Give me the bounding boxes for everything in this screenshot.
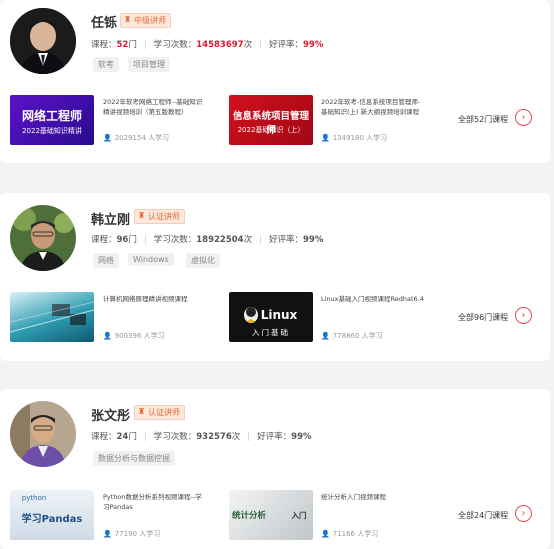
course-learners: 👤 77190 人学习 [103,529,160,539]
tag[interactable]: 虚拟化 [186,253,220,268]
study-label: 学习次数： [153,40,197,50]
rating-value: 99% [291,432,312,442]
course-title[interactable]: Python数据分析系列视频课程--学习Pandas [103,492,207,512]
learner-count: 77190 人学习 [114,530,161,538]
thumbnail-subtitle: 2022基础知识（上） [237,126,305,134]
teacher-card: 韩立刚 ♜ 认证讲师 课程：96门 | 学习次数：18922504次 | 好评率：99%… [0,193,550,361]
learner-count: 71166 人学习 [332,530,379,538]
study-count: 14583697 [196,40,244,50]
learner-count: 1349180 人学习 [332,134,388,142]
course-learners: 👤 778860 人学习 [321,331,383,341]
thumbnail-art [10,301,94,333]
user-icon: 👤 [321,332,330,340]
study-count: 18922504 [196,235,244,245]
course-count: 24 [116,432,129,442]
tux-icon [244,307,258,323]
rating-label: 好评率： [268,40,303,50]
thumbnail-subtitle: python [21,494,47,502]
teacher-level-badge: ♜ 认证讲师 [134,209,185,224]
tag[interactable]: 项目管理 [128,57,170,72]
teacher-stats: 课程：96门 | 学习次数：18922504次 | 好评率：99% [91,235,324,245]
study-unit: 次 [243,235,253,245]
badge-label: 认证讲师 [148,408,180,417]
rating-label: 好评率： [257,432,292,442]
course-thumbnail[interactable] [10,292,94,342]
user-icon: 👤 [103,530,112,538]
learner-count: 900396 人学习 [114,332,165,340]
study-unit: 次 [231,432,241,442]
course-thumbnail[interactable]: Linux 入门基础 [229,292,313,342]
arrow-right-icon[interactable]: › [515,307,532,324]
teacher-level-badge: ♜ 中级讲师 [120,13,171,28]
teacher-stats: 课程：52门 | 学习次数：14583697次 | 好评率：99% [91,40,324,50]
all-courses-link[interactable]: 全部96门课程 [458,312,508,323]
teacher-badge-icon: ♜ [138,407,146,416]
course-title[interactable]: 统计分析入门视频课程 [321,492,425,502]
badge-label: 认证讲师 [148,212,180,221]
tag[interactable]: 数据分析与数据挖掘 [93,451,175,466]
course-title[interactable]: 计算机网络原理精讲视频课程 [103,294,213,304]
course-unit: 门 [128,40,137,50]
course-label: 课程： [91,432,117,442]
rating-value: 99% [303,40,324,50]
thumbnail-title: 网络工程师 [21,109,82,123]
course-title[interactable]: Linux基础入门视频课程Redhat6.4 [321,294,441,304]
course-learners: 👤 900396 人学习 [103,331,165,341]
course-learners: 👤 71166 人学习 [321,529,378,539]
tag[interactable]: Windows [128,253,174,266]
user-icon: 👤 [321,530,330,538]
tag[interactable]: 软考 [93,57,119,72]
thumbnail-subtitle: 入门基础 [252,328,290,337]
rating-label: 好评率： [268,235,303,245]
user-icon: 👤 [103,134,112,142]
avatar-image [10,205,76,271]
learner-count: 778860 人学习 [332,332,383,340]
rating-value: 99% [303,235,324,245]
course-thumbnail[interactable]: 网络工程师 2022基础知识精讲 [10,95,94,145]
thumbnail-subtitle: 入门 [291,511,307,520]
avatar-image [10,8,76,74]
teacher-avatar[interactable] [10,205,76,271]
course-unit: 门 [128,432,137,442]
tag[interactable]: 网络 [93,253,119,268]
teacher-avatar[interactable] [10,401,76,467]
course-thumbnail[interactable]: python 学习Pandas [10,490,94,540]
all-courses-link[interactable]: 全部24门课程 [458,510,508,521]
user-icon: 👤 [321,134,330,142]
thumbnail-title: 学习Pandas [21,514,83,525]
teacher-badge-icon: ♜ [124,15,132,24]
arrow-right-icon[interactable]: › [515,505,532,522]
study-label: 学习次数： [153,432,197,442]
teacher-badge-icon: ♜ [138,211,146,220]
study-count: 932576 [196,432,232,442]
teacher-name[interactable]: 韩立刚 [91,209,130,228]
course-thumbnail[interactable]: 信息系统项目管理师 2022基础知识（上） [229,95,313,145]
study-label: 学习次数： [153,235,197,245]
avatar-image [10,401,76,467]
teacher-card: 任铄 ♜ 中级讲师 课程：52门 | 学习次数：14583697次 | 好评率：99% … [0,0,550,163]
course-learners: 👤 2029154 人学习 [103,133,169,143]
teacher-card: 张文彤 ♜ 认证讲师 课程：24门 | 学习次数：932576次 | 好评率：99% 数… [0,389,550,549]
teacher-stats: 课程：24门 | 学习次数：932576次 | 好评率：99% [91,432,312,442]
arrow-right-icon[interactable]: › [515,109,532,126]
course-count: 96 [116,235,129,245]
course-title[interactable]: 2022年软考-信息系统项目管理师-基础知识(上) 新大纲视频培训课程 [321,97,425,117]
thumbnail-subtitle: 2022基础知识精讲 [22,127,82,135]
course-unit: 门 [128,235,137,245]
teacher-name[interactable]: 张文彤 [91,405,130,424]
course-label: 课程： [91,235,117,245]
user-icon: 👤 [103,332,112,340]
badge-label: 中级讲师 [134,16,166,25]
teacher-name[interactable]: 任铄 [91,12,117,31]
course-count: 52 [116,40,129,50]
teacher-avatar[interactable] [10,8,76,74]
all-courses-link[interactable]: 全部52门课程 [458,114,508,125]
course-label: 课程： [91,40,117,50]
course-thumbnail[interactable]: 统计分析 入门 [229,490,313,540]
learner-count: 2029154 人学习 [114,134,170,142]
teacher-level-badge: ♜ 认证讲师 [134,405,185,420]
course-title[interactable]: 2022年软考网络工程师--基础知识精讲视频培训（第五版教程） [103,97,207,117]
course-learners: 👤 1349180 人学习 [321,133,387,143]
study-unit: 次 [243,40,253,50]
